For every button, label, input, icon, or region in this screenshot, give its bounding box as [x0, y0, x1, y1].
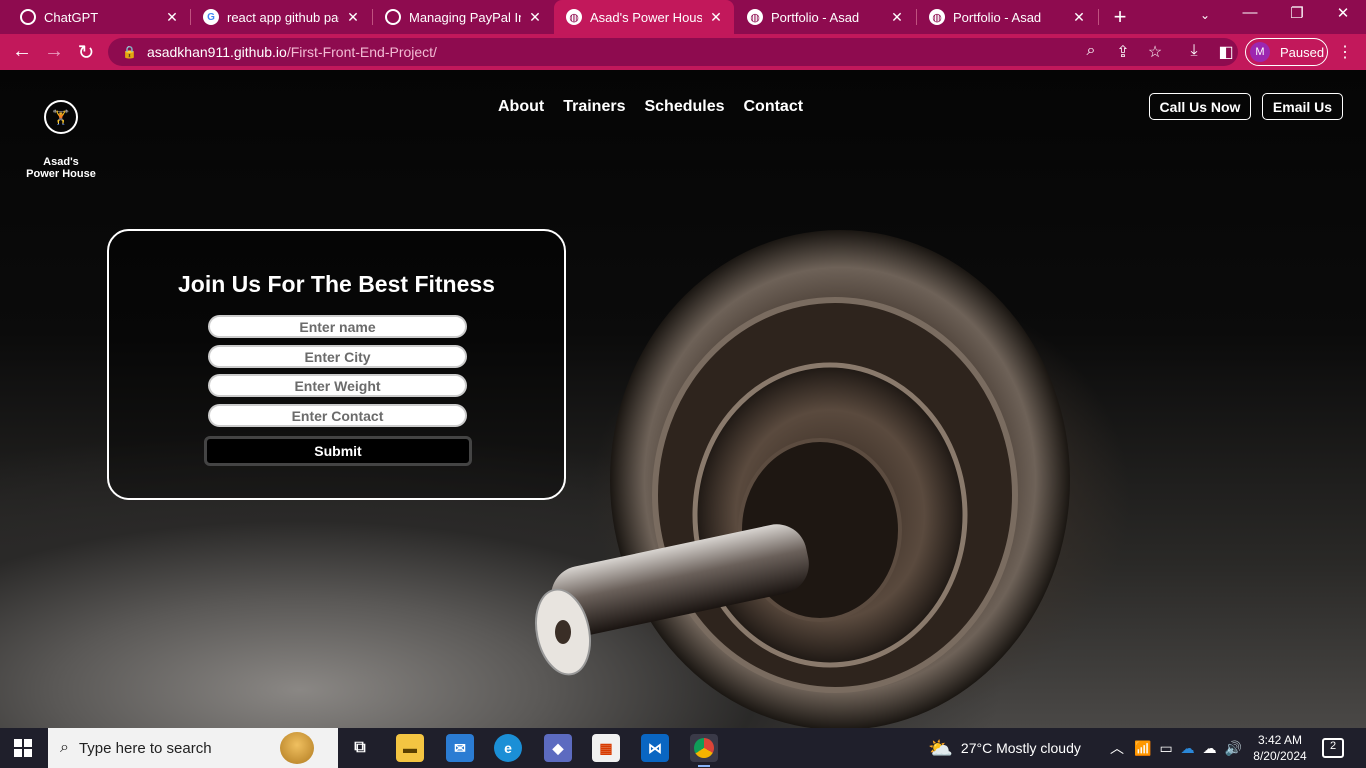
side-panel-icon[interactable]: ◧	[1215, 42, 1237, 62]
forward-icon[interactable]: →	[42, 40, 66, 63]
city-input[interactable]	[208, 345, 467, 368]
tray-icons: ︿ 📶 ▭ ☁ ☁ 🔊	[1110, 728, 1242, 768]
weather-cloudy-icon: ⛅	[928, 737, 953, 760]
chatgpt-icon	[20, 9, 36, 25]
globe-icon: ◍	[747, 9, 763, 25]
chatgpt-icon	[385, 9, 401, 25]
address-bar[interactable]: 🔒 asadkhan911.github.io/First-Front-End-…	[108, 38, 1238, 66]
file-explorer-icon[interactable]: ▬	[396, 734, 424, 762]
lock-icon: 🔒	[122, 45, 137, 59]
copilot-icon[interactable]: ◆	[544, 734, 572, 762]
chrome-icon[interactable]	[690, 734, 718, 767]
tab-title: Managing PayPal Invo	[409, 9, 521, 25]
main-nav: About Trainers Schedules Contact	[498, 98, 803, 116]
logo-text: Asad's Power House	[26, 156, 96, 180]
nav-about[interactable]: About	[498, 98, 544, 116]
volume-icon[interactable]: 🔊	[1225, 740, 1242, 757]
download-icon[interactable]: ⤓	[1183, 42, 1205, 60]
url-path: /First-Front-End-Project/	[286, 44, 437, 60]
back-icon[interactable]: ←	[10, 40, 34, 63]
close-window-icon[interactable]: ✕	[1331, 4, 1355, 22]
minimize-icon[interactable]: —	[1238, 4, 1262, 21]
store-icon[interactable]: ▦	[592, 734, 620, 762]
cloud-icon[interactable]: ☁	[1203, 740, 1217, 757]
tab-title: react app github page	[227, 9, 339, 25]
zoom-icon[interactable]: ⌕	[1080, 42, 1102, 60]
site-logo[interactable]: 🏋 Asad's Power House	[26, 100, 96, 180]
tab-title: Portfolio - Asad	[771, 9, 860, 25]
contact-input[interactable]	[208, 404, 467, 427]
dumbbell-hero-image	[535, 230, 1070, 728]
menu-icon[interactable]: ⋮	[1334, 42, 1356, 62]
email-us-button[interactable]: Email Us	[1262, 93, 1343, 120]
signup-form-card: Join Us For The Best Fitness Submit	[107, 229, 566, 500]
vscode-icon[interactable]: ⋈	[641, 734, 669, 762]
name-input[interactable]	[208, 315, 467, 338]
weather-text: 27°C Mostly cloudy	[960, 740, 1081, 756]
network-icon[interactable]: 📶	[1134, 740, 1151, 757]
search-placeholder: Type here to search	[78, 739, 212, 757]
nav-contact[interactable]: Contact	[744, 98, 804, 116]
weight-input[interactable]	[208, 374, 467, 397]
avatar: M	[1250, 42, 1270, 62]
windows-start-icon[interactable]	[14, 739, 32, 757]
browser-tab-bar: ChatGPT ✕ G react app github page ✕ Mana…	[0, 0, 1366, 34]
search-icon: ⌕	[60, 739, 69, 756]
chevron-up-icon[interactable]: ︿	[1110, 738, 1124, 758]
battery-icon[interactable]: ▭	[1159, 740, 1172, 757]
reload-icon[interactable]: ↻	[74, 40, 98, 65]
system-clock[interactable]: 3:42 AM 8/20/2024	[1250, 732, 1310, 764]
tab-paypal[interactable]: Managing PayPal Invo ✕	[373, 0, 553, 34]
profile-button[interactable]: M Paused	[1245, 38, 1328, 66]
browser-toolbar: ← → ↻ 🔒 asadkhan911.github.io/First-Fron…	[0, 34, 1366, 70]
new-tab-button[interactable]: +	[1108, 4, 1132, 30]
profile-status: Paused	[1280, 44, 1325, 60]
clock-time: 3:42 AM	[1257, 733, 1303, 747]
close-icon[interactable]: ✕	[889, 9, 905, 26]
task-view-icon[interactable]: ⧉	[346, 734, 374, 762]
search-highlight-icon	[280, 732, 314, 764]
tab-chatgpt[interactable]: ChatGPT ✕	[0, 0, 190, 34]
url-host: asadkhan911.github.io	[146, 44, 287, 60]
clock-date: 8/20/2024	[1253, 749, 1307, 763]
close-icon[interactable]: ✕	[1071, 9, 1087, 26]
close-icon[interactable]: ✕	[708, 9, 724, 26]
bookmark-star-icon[interactable]: ☆	[1144, 42, 1166, 62]
nav-trainers[interactable]: Trainers	[563, 98, 625, 116]
share-icon[interactable]: ⇪	[1112, 42, 1134, 62]
windows-taskbar: ⌕ Type here to search ⧉ ▬ ✉ e ◆ ▦ ⋈ ⛅ 27…	[0, 728, 1366, 768]
tab-search-icon[interactable]: ⌄	[1193, 8, 1217, 22]
google-icon: G	[203, 9, 219, 25]
tab-separator	[1098, 9, 1099, 25]
close-icon[interactable]: ✕	[345, 9, 361, 26]
nav-schedules[interactable]: Schedules	[644, 98, 724, 116]
edge-icon[interactable]: e	[494, 734, 522, 762]
globe-icon: ◍	[566, 9, 582, 25]
tab-title: Portfolio - Asad	[953, 9, 1042, 25]
call-us-button[interactable]: Call Us Now	[1149, 93, 1251, 120]
tab-portfolio-2[interactable]: ◍ Portfolio - Asad ✕	[917, 0, 1097, 34]
tab-title: ChatGPT	[44, 9, 99, 25]
taskbar-search[interactable]: ⌕ Type here to search	[48, 728, 338, 768]
weather-widget[interactable]: ⛅ 27°C Mostly cloudy	[928, 728, 1081, 768]
globe-icon: ◍	[929, 9, 945, 25]
onedrive-icon[interactable]: ☁	[1181, 740, 1195, 757]
close-icon[interactable]: ✕	[527, 9, 543, 26]
dumbbell-logo-icon: 🏋	[44, 100, 78, 134]
notification-icon[interactable]: 2	[1322, 738, 1344, 758]
tab-power-house[interactable]: ◍ Asad's Power House ✕	[554, 0, 734, 34]
submit-button[interactable]: Submit	[204, 436, 472, 466]
mail-icon[interactable]: ✉	[446, 734, 474, 762]
page-content: 🏋 Asad's Power House About Trainers Sche…	[0, 70, 1366, 728]
tab-title: Asad's Power House	[590, 9, 702, 25]
close-icon[interactable]: ✕	[164, 9, 180, 26]
restore-icon[interactable]: ❐	[1285, 4, 1309, 22]
tab-react-search[interactable]: G react app github page ✕	[191, 0, 371, 34]
form-title: Join Us For The Best Fitness	[178, 271, 495, 297]
tab-portfolio-1[interactable]: ◍ Portfolio - Asad ✕	[735, 0, 915, 34]
